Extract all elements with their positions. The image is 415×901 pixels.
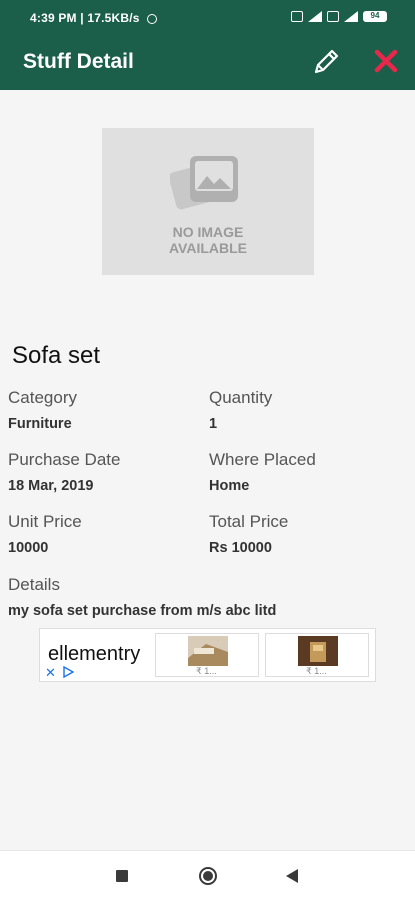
pencil-icon	[314, 49, 339, 74]
hd-icon-2	[327, 11, 339, 22]
status-time: 4:39 PM | 17.5KB/s	[30, 11, 140, 25]
ad-product-2[interactable]: ₹ 1...	[265, 633, 369, 677]
quantity-value: 1	[209, 416, 218, 432]
battery-icon: 94	[363, 11, 387, 22]
back-icon[interactable]	[286, 869, 298, 883]
home-icon[interactable]	[199, 867, 217, 885]
adchoices-icon[interactable]	[62, 666, 74, 678]
product-image-1	[188, 636, 228, 666]
edit-button[interactable]	[312, 46, 342, 76]
unit-price-label: Unit Price	[8, 512, 82, 531]
close-icon	[374, 49, 398, 73]
hd-icon	[291, 11, 303, 22]
ad-banner[interactable]: ellementry ✕ ₹ 1... ₹ 1...	[39, 628, 376, 682]
details-value: my sofa set purchase from m/s abc litd	[8, 603, 277, 619]
no-image-line-2: AVAILABLE	[168, 240, 248, 256]
quantity-label: Quantity	[209, 388, 273, 407]
status-icons: 94	[291, 11, 387, 22]
ad-product-1-price: ₹ 1...	[196, 666, 217, 676]
purchase-date-value: 18 Mar, 2019	[8, 478, 94, 494]
close-button[interactable]	[372, 47, 400, 75]
alarm-icon	[147, 14, 158, 24]
recent-apps-icon[interactable]	[116, 870, 128, 882]
category-value: Furniture	[8, 416, 72, 432]
product-image-2	[298, 636, 338, 666]
item-name: Sofa set	[12, 342, 101, 369]
unit-price-value: 10000	[8, 540, 49, 556]
ad-brand[interactable]: ellementry	[48, 643, 140, 666]
where-placed-value: Home	[209, 478, 250, 494]
app-bar: Stuff Detail	[0, 36, 415, 90]
no-image-placeholder: NO IMAGE AVAILABLE	[102, 128, 314, 275]
purchase-date-label: Purchase Date	[8, 450, 121, 469]
signal-icon	[308, 11, 322, 22]
category-label: Category	[8, 388, 77, 407]
photo-icon	[168, 154, 246, 214]
status-bar: 4:39 PM | 17.5KB/s 94	[0, 0, 415, 36]
signal-icon-2	[344, 11, 358, 22]
total-price-label: Total Price	[209, 512, 289, 531]
details-label: Details	[8, 575, 60, 594]
page-title: Stuff Detail	[23, 50, 134, 73]
system-nav-bar	[0, 850, 415, 901]
ad-product-1[interactable]: ₹ 1...	[155, 633, 259, 677]
ad-product-2-price: ₹ 1...	[306, 666, 327, 676]
ad-close-icon[interactable]: ✕	[45, 665, 56, 681]
total-price-value: Rs 10000	[209, 540, 272, 556]
no-image-line-1: NO IMAGE	[172, 224, 244, 240]
where-placed-label: Where Placed	[209, 450, 316, 469]
